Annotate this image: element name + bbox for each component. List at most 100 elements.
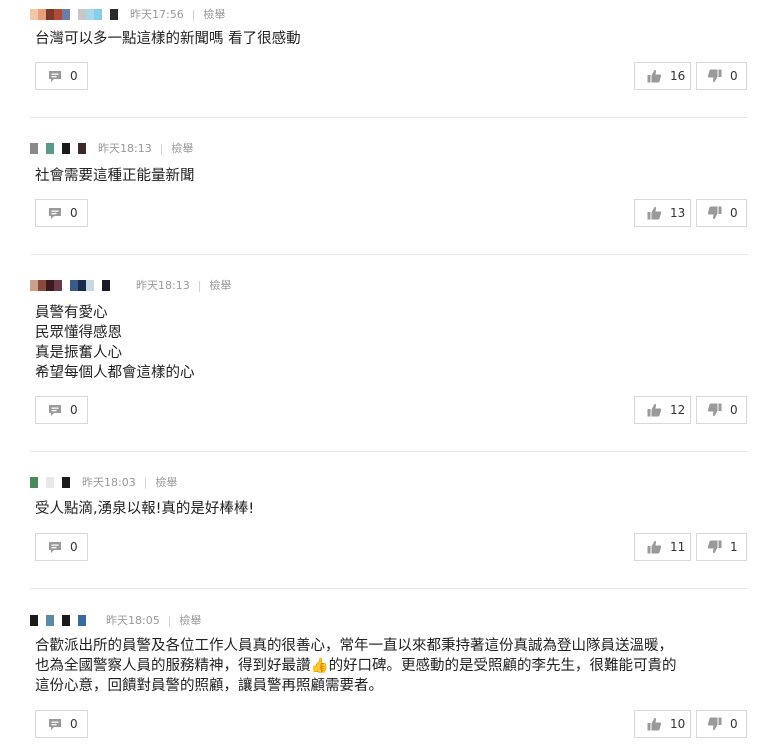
comment-time: 昨天18:03 <box>82 476 136 489</box>
dislike-count: 0 <box>730 717 738 731</box>
separator: | <box>143 475 148 489</box>
username-pixel-block <box>54 279 62 291</box>
username-pixel-block <box>78 8 86 20</box>
comment-body: 合歡派出所的員警及各位工作人員真的很善心，常年一直以來都秉持著這份真誠為登山隊員… <box>35 636 677 696</box>
dislike-button[interactable]: 0 <box>696 199 747 227</box>
comment-meta: 昨天18:13 | 檢舉 <box>30 140 193 156</box>
username-pixel-block <box>46 614 54 626</box>
username-pixelated[interactable] <box>30 142 86 154</box>
username-pixelated[interactable] <box>30 279 110 291</box>
username-pixelated[interactable] <box>30 614 94 626</box>
username-pixel-block <box>78 279 86 291</box>
comment-body: 受人點滴,湧泉以報!真的是好棒棒! <box>35 499 254 519</box>
username-pixel-block <box>102 8 110 20</box>
separator: | <box>167 613 172 627</box>
thumbs-up-icon <box>647 540 662 554</box>
comment-line: 員警有愛心 <box>35 305 108 321</box>
dislike-button[interactable]: 1 <box>696 533 747 561</box>
separator: | <box>197 278 202 292</box>
dislike-count: 0 <box>730 206 738 220</box>
dislike-count: 0 <box>730 403 738 417</box>
report-link[interactable]: 檢舉 <box>209 277 231 293</box>
comment-body: 社會需要這種正能量新聞 <box>35 166 195 186</box>
username-pixel-block <box>30 8 38 20</box>
thumbs-down-icon <box>707 540 722 554</box>
username-pixel-block <box>110 8 118 20</box>
comment-line: 台灣可以多一點這樣的新聞嗎 看了很感動 <box>35 31 301 47</box>
comment-line-part: 也為全國警察人員的服務精神，得到好最讚 <box>35 658 311 674</box>
report-link[interactable]: 檢舉 <box>203 6 225 22</box>
comment-meta: 昨天18:05 | 檢舉 <box>30 612 201 628</box>
report-link[interactable]: 檢舉 <box>155 474 177 490</box>
reply-button[interactable]: 0 <box>35 199 88 227</box>
dislike-button[interactable]: 0 <box>696 710 747 738</box>
reply-count: 0 <box>70 540 78 554</box>
comment-bubble-icon <box>48 207 62 220</box>
like-button[interactable]: 12 <box>634 396 691 424</box>
separator: | <box>159 141 164 155</box>
like-button[interactable]: 13 <box>634 199 691 227</box>
reply-button[interactable]: 0 <box>35 396 88 424</box>
username-pixel-block <box>62 476 70 488</box>
thumbs-down-icon <box>707 206 722 220</box>
username-pixel-block <box>46 476 54 488</box>
comment-line: 受人點滴,湧泉以報!真的是好棒棒! <box>35 501 255 517</box>
reply-button[interactable]: 0 <box>35 62 88 90</box>
like-count: 10 <box>670 717 686 731</box>
username-pixel-block <box>46 142 54 154</box>
username-pixelated[interactable] <box>30 8 118 20</box>
like-button[interactable]: 11 <box>634 533 691 561</box>
comment-line: 社會需要這種正能量新聞 <box>35 168 195 184</box>
comment-body: 台灣可以多一點這樣的新聞嗎 看了很感動 <box>35 29 301 49</box>
like-button[interactable]: 16 <box>634 62 691 90</box>
username-pixel-block <box>70 279 78 291</box>
username-pixel-block <box>30 476 38 488</box>
like-button[interactable]: 10 <box>634 710 691 738</box>
comment-time: 昨天18:13 <box>98 142 152 155</box>
reply-count: 0 <box>70 206 78 220</box>
username-pixel-block <box>54 476 62 488</box>
username-pixel-block <box>54 142 62 154</box>
comment-line: 這份心意，回饋對員警的照顧，讓員警再照顧需要者。 <box>35 678 383 694</box>
username-pixel-block <box>70 142 78 154</box>
username-pixel-block <box>38 614 46 626</box>
username-pixel-block <box>38 476 46 488</box>
comment-meta: 昨天17:56 | 檢舉 <box>30 6 225 22</box>
username-pixel-block <box>30 614 38 626</box>
separator: | <box>191 7 196 21</box>
username-pixel-block <box>78 614 86 626</box>
thumbs-up-icon <box>647 69 662 83</box>
like-count: 12 <box>670 403 686 417</box>
username-pixel-block <box>70 614 78 626</box>
comment-line: 希望每個人都會這樣的心 <box>35 365 195 381</box>
dislike-button[interactable]: 0 <box>696 62 747 90</box>
like-count: 16 <box>670 69 686 83</box>
comment-bubble-icon <box>48 718 62 731</box>
report-link[interactable]: 檢舉 <box>179 612 201 628</box>
username-pixel-block <box>70 8 78 20</box>
username-pixel-block <box>78 142 86 154</box>
username-pixel-block <box>62 614 70 626</box>
username-pixel-block <box>38 142 46 154</box>
reply-button[interactable]: 0 <box>35 710 88 738</box>
username-pixelated[interactable] <box>30 476 70 488</box>
username-pixel-block <box>54 8 62 20</box>
dislike-button[interactable]: 0 <box>696 396 747 424</box>
comment-divider <box>30 117 748 118</box>
comment-time: 昨天18:13 <box>136 279 190 292</box>
thumbs-down-icon <box>707 717 722 731</box>
thumbs-up-icon <box>647 403 662 417</box>
thumbs-down-icon <box>707 403 722 417</box>
comment-line-part: 的好口碑。更感動的是受照顧的李先生，很難能可貴的 <box>328 658 677 674</box>
comment-divider <box>30 588 748 589</box>
like-count: 13 <box>670 206 686 220</box>
comment-bubble-icon <box>48 404 62 417</box>
reply-button[interactable]: 0 <box>35 533 88 561</box>
username-pixel-block <box>38 279 46 291</box>
username-pixel-block <box>46 8 54 20</box>
username-pixel-block <box>30 279 38 291</box>
reply-count: 0 <box>70 403 78 417</box>
comment-meta: 昨天18:13 | 檢舉 <box>30 277 231 293</box>
username-pixel-block <box>94 279 102 291</box>
report-link[interactable]: 檢舉 <box>171 140 193 156</box>
